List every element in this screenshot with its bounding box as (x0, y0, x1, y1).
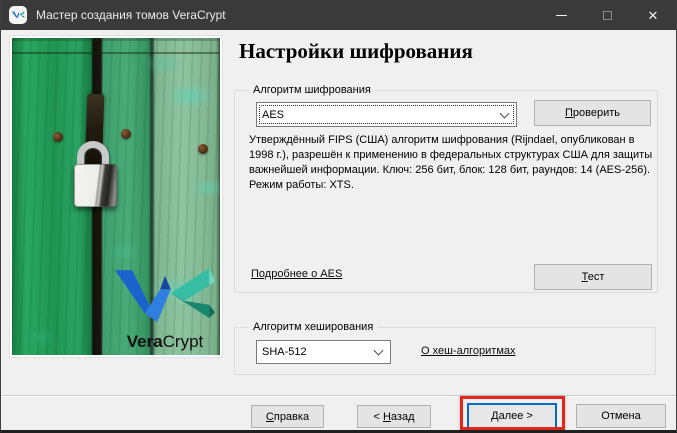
vc-logo-icon (12, 10, 25, 20)
veracrypt-app-icon (9, 6, 27, 24)
encryption-algorithm-select[interactable]: AES (256, 102, 517, 127)
window-controls: ✕ (538, 0, 676, 30)
algorithm-description: Утверждённый FIPS (США) алгоритм шифрова… (249, 133, 653, 193)
hash-group-label: Алгоритм хеширования (249, 321, 377, 333)
veracrypt-logo: VeraCrypt (110, 268, 220, 352)
bolt-decoration (198, 144, 208, 154)
window-title: Мастер создания томов VeraCrypt (36, 8, 226, 22)
minimize-icon (556, 15, 567, 16)
green-door-photo: VeraCrypt (12, 38, 220, 355)
hash-algorithm-select[interactable]: SHA-512 (256, 340, 391, 364)
back-button[interactable]: < Назад (357, 405, 431, 428)
veracrypt-wordmark: VeraCrypt (110, 332, 220, 352)
more-about-aes-link[interactable]: Подробнее о AES (251, 268, 342, 280)
padlock-icon (74, 164, 117, 207)
veracrypt-wizard-window: Мастер создания томов VeraCrypt ✕ (0, 0, 677, 433)
close-button[interactable]: ✕ (630, 0, 676, 30)
next-button[interactable]: Далее > (467, 403, 557, 429)
maximize-icon (603, 11, 612, 20)
chevron-down-icon (374, 346, 384, 356)
vc-monogram (115, 268, 215, 326)
maximize-button (584, 0, 630, 30)
minimize-button[interactable] (538, 0, 584, 30)
help-button[interactable]: Справка (251, 405, 324, 428)
encryption-group-label: Алгоритм шифрования (249, 84, 375, 96)
footer-separator (1, 395, 677, 397)
bolt-decoration (121, 129, 131, 139)
close-icon: ✕ (648, 9, 659, 22)
verify-button[interactable]: Проверить (534, 100, 651, 126)
hash-info-link[interactable]: О хеш-алгоритмах (421, 345, 516, 357)
chevron-down-icon (500, 108, 510, 118)
hash-algorithm-value: SHA-512 (262, 346, 307, 358)
wizard-side-image: VeraCrypt (9, 35, 223, 358)
bolt-decoration (53, 132, 63, 142)
test-button[interactable]: Тест (534, 264, 652, 290)
encryption-algorithm-value: AES (262, 109, 284, 121)
page-title: Настройки шифрования (239, 39, 473, 64)
cancel-button[interactable]: Отмена (576, 404, 666, 428)
titlebar: Мастер создания томов VeraCrypt ✕ (1, 0, 676, 30)
